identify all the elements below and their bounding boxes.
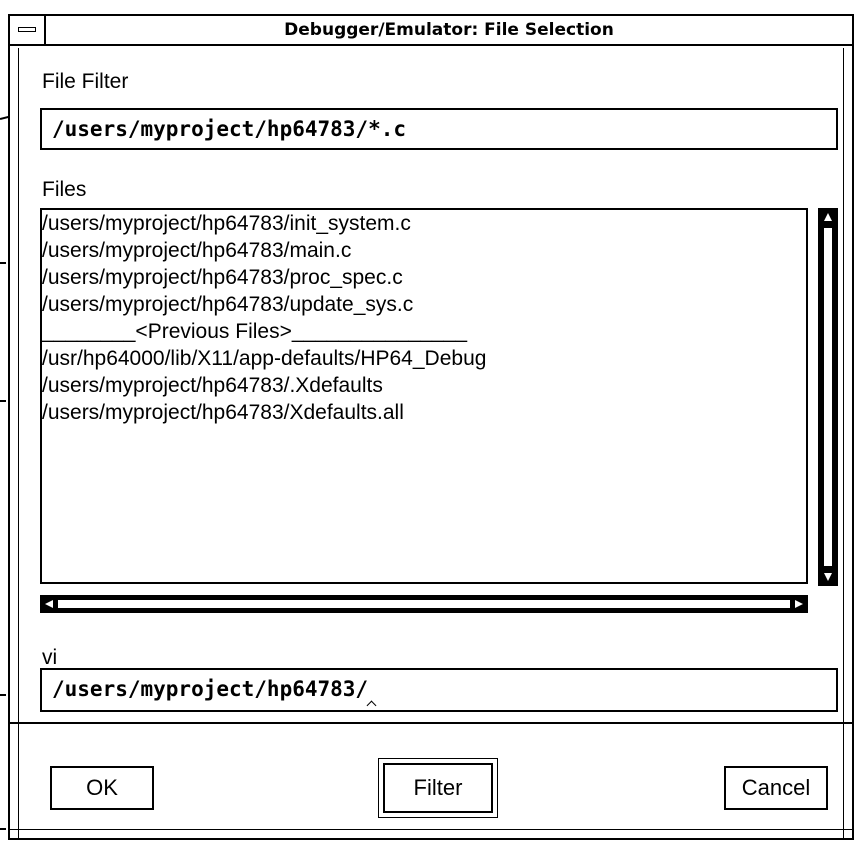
callout-tick-selection: [0, 694, 6, 696]
files-horizontal-scrollbar[interactable]: [40, 595, 808, 613]
cancel-button[interactable]: Cancel: [724, 766, 828, 810]
frame-border-right: [843, 48, 844, 838]
scroll-right-arrow-icon[interactable]: [795, 600, 803, 608]
file-selection-dialog: Debugger/Emulator: File Selection File F…: [8, 14, 854, 840]
button-area-separator: [10, 722, 852, 724]
scroll-left-arrow-icon[interactable]: [45, 600, 53, 608]
list-item[interactable]: ________<Previous Files>_______________: [42, 318, 806, 345]
window-menu-button[interactable]: [10, 16, 46, 44]
vertical-scroll-trough[interactable]: [824, 228, 832, 566]
selection-input-value: /users/myproject/hp64783/: [52, 677, 369, 701]
file-filter-input[interactable]: /users/myproject/hp64783/*.c: [40, 108, 838, 150]
window-menu-icon: [18, 27, 36, 32]
horizontal-scroll-trough[interactable]: [58, 600, 790, 608]
list-item[interactable]: /users/myproject/hp64783/.Xdefaults: [42, 372, 806, 399]
scroll-up-arrow-icon[interactable]: [824, 213, 832, 221]
list-item[interactable]: /users/myproject/hp64783/proc_spec.c: [42, 264, 806, 291]
files-list[interactable]: /users/myproject/hp64783/init_system.c /…: [40, 208, 808, 584]
callout-tick-previous: [0, 400, 6, 402]
scroll-down-arrow-icon[interactable]: [824, 573, 832, 581]
list-item[interactable]: /users/myproject/hp64783/main.c: [42, 237, 806, 264]
files-vertical-scrollbar[interactable]: [818, 208, 838, 586]
selection-input[interactable]: /users/myproject/hp64783/: [40, 668, 838, 712]
title-bar[interactable]: Debugger/Emulator: File Selection: [10, 16, 852, 46]
list-item[interactable]: /users/myproject/hp64783/Xdefaults.all: [42, 399, 806, 426]
callout-tick-files: [0, 262, 6, 264]
window-title: Debugger/Emulator: File Selection: [284, 20, 614, 40]
selection-label: vi: [42, 646, 58, 669]
files-label: Files: [42, 178, 87, 201]
callout-tick-buttons: [0, 828, 6, 830]
list-item[interactable]: /usr/hp64000/lib/X11/app-defaults/HP64_D…: [42, 345, 806, 372]
list-item[interactable]: /users/myproject/hp64783/init_system.c: [42, 210, 806, 237]
file-filter-label: File Filter: [42, 70, 129, 93]
frame-border-left: [18, 48, 19, 838]
frame-border-bottom: [10, 829, 852, 830]
list-item[interactable]: /users/myproject/hp64783/update_sys.c: [42, 291, 806, 318]
filter-button[interactable]: Filter: [383, 763, 493, 813]
ok-button[interactable]: OK: [50, 766, 154, 810]
